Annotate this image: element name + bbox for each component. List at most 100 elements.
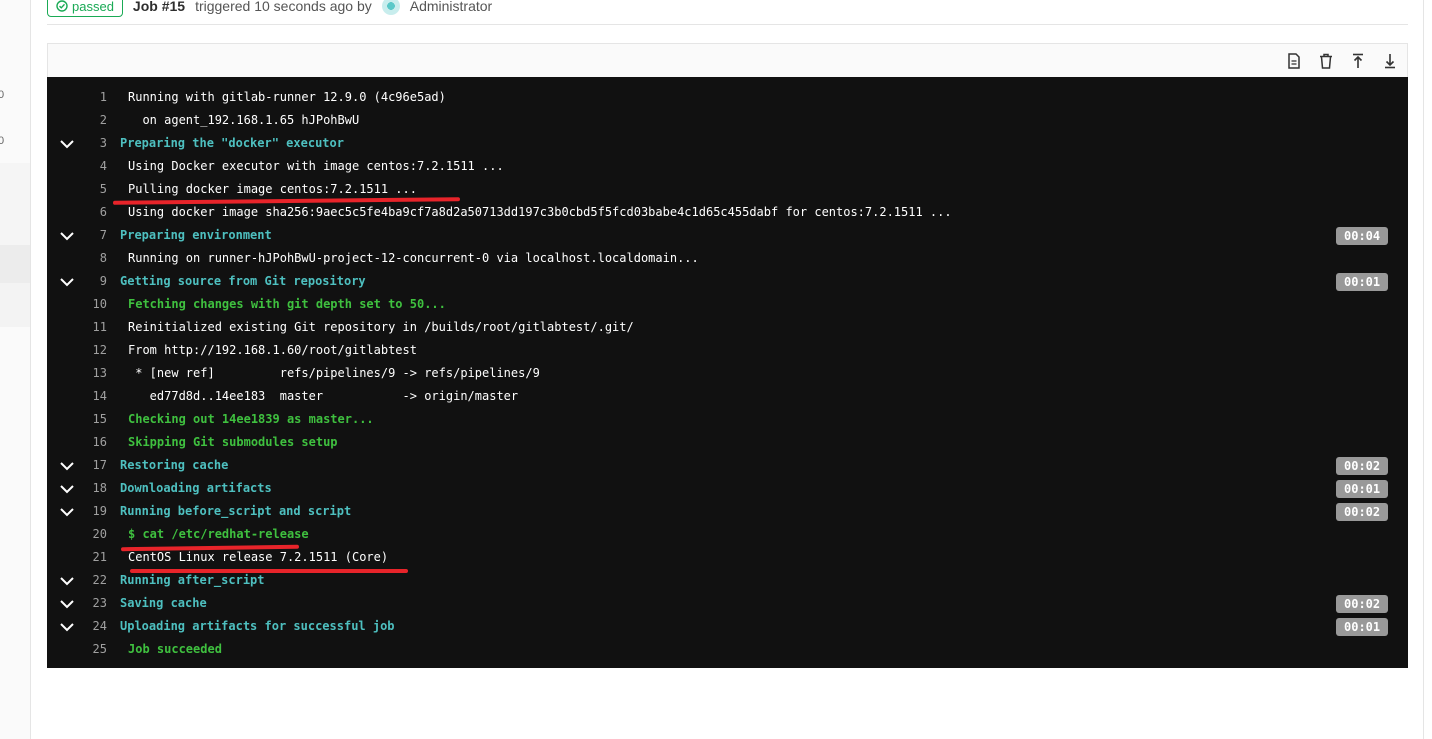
log-line: 14 ed77d8d..14ee183 master -> origin/mas… [47, 385, 1408, 408]
log-section-header[interactable]: 24 Uploading artifacts for successful job… [47, 615, 1408, 638]
sidebar-item[interactable] [0, 163, 30, 245]
raw-log-button[interactable] [1285, 52, 1303, 70]
line-number[interactable]: 4 [77, 155, 107, 178]
log-text: Uploading artifacts for successful job [120, 619, 395, 633]
log-section-header[interactable]: 17 Restoring cache 00:02 [47, 454, 1408, 477]
line-number[interactable]: 15 [77, 408, 107, 431]
sidebar-item-active[interactable] [0, 245, 30, 283]
log-text: Restoring cache [120, 458, 229, 472]
log-line: 8 Running on runner-hJPohBwU-project-12-c… [47, 247, 1408, 270]
line-number[interactable]: 5 [77, 178, 107, 201]
scroll-top-icon [1353, 53, 1363, 68]
log-line: 6 Using docker image sha256:9aec5c5fe4ba9… [47, 201, 1408, 224]
log-line: 1 Running with gitlab-runner 12.9.0 (4c96… [47, 86, 1408, 109]
check-circle-icon [56, 0, 68, 12]
raw-log-icon [1288, 52, 1300, 69]
line-number[interactable]: 6 [77, 201, 107, 224]
log-text: Job succeeded [128, 642, 222, 656]
log-text: Preparing the "docker" executor [120, 136, 344, 150]
line-number[interactable]: 18 [77, 477, 107, 500]
line-number[interactable]: 17 [77, 454, 107, 477]
log-section-header[interactable]: 3 Preparing the "docker" executor [47, 132, 1408, 155]
log-section-header[interactable]: 7 Preparing environment 00:04 [47, 224, 1408, 247]
log-line: 12 From http://192.168.1.60/root/gitlabte… [47, 339, 1408, 362]
section-duration-badge: 00:01 [1336, 618, 1389, 636]
line-number[interactable]: 10 [77, 293, 107, 316]
line-number[interactable]: 21 [77, 546, 107, 569]
line-number[interactable]: 16 [77, 431, 107, 454]
scroll-top-button[interactable] [1349, 52, 1367, 70]
log-text: Reinitialized existing Git repository in… [128, 320, 634, 334]
log-section-header[interactable]: 19 Running before_script and script 00:02 [47, 500, 1408, 523]
log-line: 2 on agent_192.168.1.65 hJPohBwU [47, 109, 1408, 132]
line-number[interactable]: 14 [77, 385, 107, 408]
log-line: 20 $ cat /etc/redhat-release [47, 523, 1408, 546]
sidebar-count: 0 [0, 135, 5, 147]
line-number[interactable]: 9 [77, 270, 107, 293]
log-text: * [new ref] refs/pipelines/9 -> refs/pip… [128, 366, 540, 380]
sidebar-count: 0 [0, 89, 5, 101]
line-number[interactable]: 20 [77, 523, 107, 546]
section-duration-badge: 00:01 [1336, 273, 1389, 291]
section-duration-badge: 00:02 [1336, 457, 1389, 475]
line-number[interactable]: 25 [77, 638, 107, 661]
log-line: 4 Using Docker executor with image centos… [47, 155, 1408, 178]
job-header: passed Job #15 triggered 10 seconds ago … [47, 0, 1408, 25]
chevron-down-icon[interactable] [59, 229, 75, 243]
chevron-down-icon[interactable] [59, 597, 75, 611]
line-number[interactable]: 11 [77, 316, 107, 339]
line-number[interactable]: 3 [77, 132, 107, 155]
log-text: Getting source from Git repository [120, 274, 366, 288]
section-duration-badge: 00:04 [1336, 227, 1389, 245]
log-line: 21 CentOS Linux release 7.2.1511 (Core) [47, 546, 1408, 569]
scroll-bottom-button[interactable] [1381, 52, 1399, 70]
status-label: passed [72, 0, 114, 14]
log-line: 10 Fetching changes with git depth set to… [47, 293, 1408, 316]
log-text: ed77d8d..14ee183 master -> origin/master [128, 389, 519, 403]
log-toolbar [47, 43, 1408, 77]
job-log-panel: 1 Running with gitlab-runner 12.9.0 (4c96… [47, 43, 1408, 668]
chevron-down-icon[interactable] [59, 459, 75, 473]
log-section-header[interactable]: 18 Downloading artifacts 00:01 [47, 477, 1408, 500]
chevron-down-icon[interactable] [59, 275, 75, 289]
status-badge[interactable]: passed [47, 0, 123, 17]
chevron-down-icon[interactable] [59, 574, 75, 588]
avatar[interactable] [381, 0, 400, 15]
log-text: Running on runner-hJPohBwU-project-12-co… [128, 251, 699, 265]
section-duration-badge: 00:02 [1336, 503, 1389, 521]
log-line: 11 Reinitialized existing Git repository … [47, 316, 1408, 339]
line-number[interactable]: 24 [77, 615, 107, 638]
log-text: Preparing environment [120, 228, 272, 242]
chevron-down-icon[interactable] [59, 505, 75, 519]
line-number[interactable]: 22 [77, 569, 107, 592]
job-page: 0 0 passed Job #15 triggered 10 seconds … [0, 0, 1432, 739]
log-line: 25 Job succeeded [47, 638, 1408, 661]
log-line: 15 Checking out 14ee1839 as master... [47, 408, 1408, 431]
erase-log-button[interactable] [1317, 52, 1335, 70]
line-number[interactable]: 19 [77, 500, 107, 523]
line-number[interactable]: 13 [77, 362, 107, 385]
line-number[interactable]: 23 [77, 592, 107, 615]
right-sidebar [1423, 0, 1432, 739]
log-text: $ cat /etc/redhat-release [128, 527, 309, 541]
chevron-down-icon[interactable] [59, 137, 75, 151]
section-duration-badge: 00:02 [1336, 595, 1389, 613]
log-text: Running before_script and script [120, 504, 352, 518]
log-line: 5 Pulling docker image centos:7.2.1511 ..… [47, 178, 1408, 201]
left-sidebar: 0 0 [0, 0, 31, 739]
log-text: Using docker image sha256:9aec5c5fe4ba9c… [128, 205, 952, 219]
log-section-header[interactable]: 23 Saving cache 00:02 [47, 592, 1408, 615]
user-link[interactable]: Administrator [410, 0, 492, 14]
chevron-down-icon[interactable] [59, 620, 75, 634]
line-number[interactable]: 1 [77, 86, 107, 109]
line-number[interactable]: 2 [77, 109, 107, 132]
line-number[interactable]: 7 [77, 224, 107, 247]
line-number[interactable]: 12 [77, 339, 107, 362]
line-number[interactable]: 8 [77, 247, 107, 270]
chevron-down-icon[interactable] [59, 482, 75, 496]
log-text: Downloading artifacts [120, 481, 272, 495]
log-line: 13 * [new ref] refs/pipelines/9 -> refs/… [47, 362, 1408, 385]
sidebar-item[interactable] [0, 283, 30, 327]
log-text: Running with gitlab-runner 12.9.0 (4c96e… [128, 90, 446, 104]
log-section-header[interactable]: 9 Getting source from Git repository 00:01 [47, 270, 1408, 293]
